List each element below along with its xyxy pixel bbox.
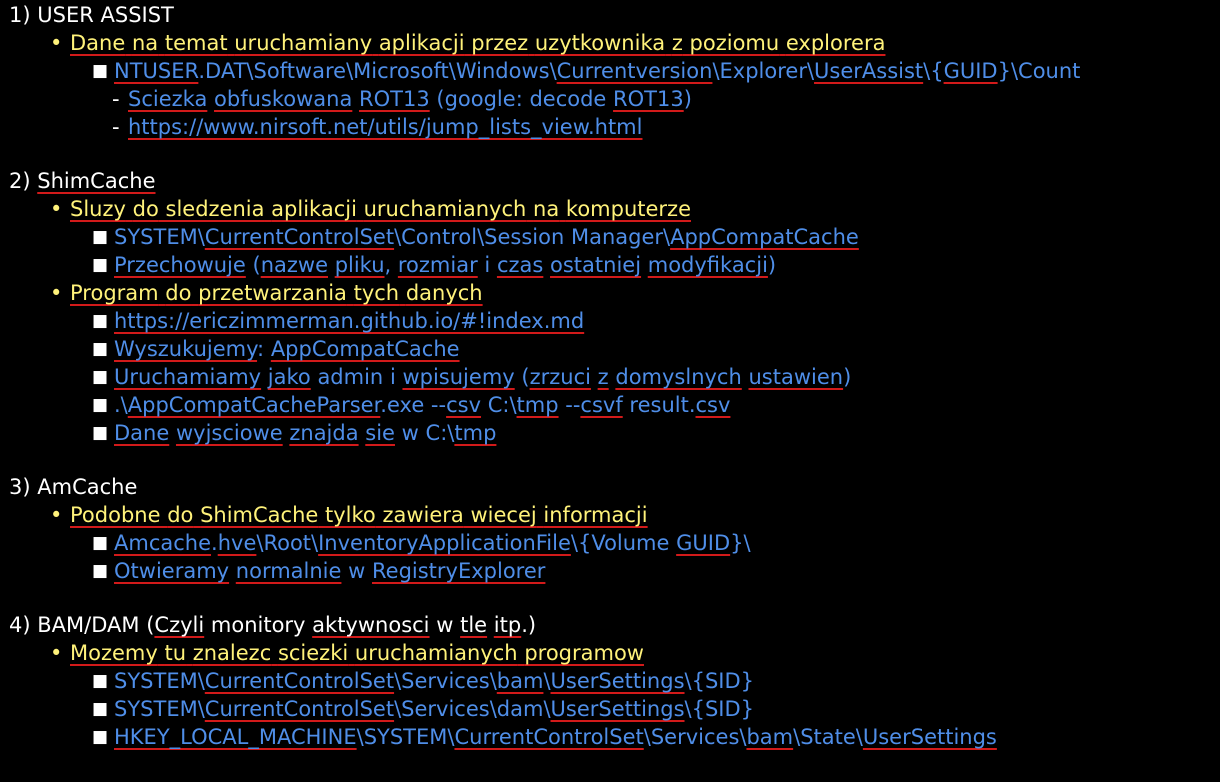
square-bullet-icon: ■ [92, 561, 109, 581]
square-bullet-icon: ■ [92, 227, 109, 247]
square-bullet-icon: ■ [92, 311, 109, 331]
level2-item-text: SYSTEM\CurrentControlSet\Services\dam\Us… [114, 697, 755, 721]
level1-item-text: Mozemy tu znalezc sciezki uruchamianych … [70, 641, 644, 665]
level2-item-text: SYSTEM\CurrentControlSet\Services\bam\Us… [114, 669, 755, 693]
level2-item-text: SYSTEM\CurrentControlSet\Control\Session… [114, 225, 859, 249]
level1-item-text: Podobne do ShimCache tylko zawiera wiece… [70, 503, 648, 527]
section-heading: 2) ShimCache [9, 169, 156, 193]
level2-item-text: Dane wyjsciowe znajda sie w C:\tmp [114, 421, 497, 445]
level2-item-text: Amcache.hve\Root\InventoryApplicationFil… [114, 531, 751, 555]
level1-item: • Mozemy tu znalezc sciezki uruchamianych… [0, 639, 1220, 667]
bullet-dot-icon: • [50, 281, 63, 305]
level1-item-text: Dane na temat uruchamiany aplikacji prze… [70, 31, 886, 55]
level2-item-text: Uruchamiamy jako admin i wpisujemy (zrzu… [114, 365, 852, 389]
level1-item: • Program do przetwarzania tych danych [0, 279, 1220, 307]
level2-item-text: Wyszukujemy: AppCompatCache [114, 337, 460, 361]
bullet-dot-icon: • [50, 31, 63, 55]
dash-marker-icon: - [112, 87, 120, 111]
level1-item-text: Program do przetwarzania tych danych [70, 281, 483, 305]
level2-item-text: NTUSER.DAT\Software\Microsoft\Windows\Cu… [114, 59, 1081, 83]
level1-item-text: Sluzy do sledzenia aplikacji uruchamiany… [70, 197, 691, 221]
square-bullet-icon: ■ [92, 727, 109, 747]
section-heading: 1) USER ASSIST [9, 3, 174, 27]
dash-note-text: Sciezka obfuskowana ROT13 (google: decod… [128, 87, 692, 111]
level2-item-text: Otwieramy normalnie w RegistryExplorer [114, 559, 546, 583]
level2-item: ■ HKEY_LOCAL_MACHINE\SYSTEM\CurrentContro… [0, 723, 1220, 751]
level2-item-link[interactable]: https://ericzimmerman.github.io/#!index.… [114, 309, 584, 333]
level2-item: ■ Amcache.hve\Root\InventoryApplicationFi… [0, 529, 1220, 557]
level2-item: ■ Dane wyjsciowe znajda sie w C:\tmp [0, 419, 1220, 447]
level2-item: ■ SYSTEM\CurrentControlSet\Services\bam\U… [0, 667, 1220, 695]
section-heading: 4) BAM/DAM (Czyli monitory aktywnosci w … [9, 613, 537, 637]
bullet-dot-icon: • [50, 641, 63, 665]
square-bullet-icon: ■ [92, 699, 109, 719]
level2-item-text: Przechowuje (nazwe pliku, rozmiar i czas… [114, 253, 777, 277]
dash-marker-icon: - [112, 115, 120, 139]
level2-item-text: HKEY_LOCAL_MACHINE\SYSTEM\CurrentControl… [114, 725, 997, 749]
bullet-dot-icon: • [50, 197, 63, 221]
level2-item: ■ https://ericzimmerman.github.io/#!index… [0, 307, 1220, 335]
square-bullet-icon: ■ [92, 423, 109, 443]
level2-item: ■ Otwieramy normalnie w RegistryExplorer [0, 557, 1220, 585]
square-bullet-icon: ■ [92, 533, 109, 553]
dash-note: - Sciezka obfuskowana ROT13 (google: deco… [0, 85, 1220, 113]
level1-item: • Podobne do ShimCache tylko zawiera wiec… [0, 501, 1220, 529]
square-bullet-icon: ■ [92, 339, 109, 359]
level2-item: ■ Wyszukujemy: AppCompatCache [0, 335, 1220, 363]
level2-item: ■ .\AppCompatCacheParser.exe --csv C:\tmp… [0, 391, 1220, 419]
notes-document: 1) USER ASSIST • Dane na temat uruchamiany… [0, 0, 1220, 751]
level2-item: ■ SYSTEM\CurrentControlSet\Services\dam\U… [0, 695, 1220, 723]
dash-note-link[interactable]: https://www.nirsoft.net/utils/jump_lists… [128, 115, 642, 139]
section-heading: 3) AmCache [9, 475, 138, 499]
square-bullet-icon: ■ [92, 255, 109, 275]
square-bullet-icon: ■ [92, 367, 109, 387]
level2-item: ■ NTUSER.DAT\Software\Microsoft\Windows\C… [0, 57, 1220, 85]
level1-item: • Dane na temat uruchamiany aplikacji prz… [0, 29, 1220, 57]
square-bullet-icon: ■ [92, 395, 109, 415]
dash-note: - https://www.nirsoft.net/utils/jump_list… [0, 113, 1220, 141]
level2-item: ■ Przechowuje (nazwe pliku, rozmiar i cza… [0, 251, 1220, 279]
square-bullet-icon: ■ [92, 671, 109, 691]
level1-item: • Sluzy do sledzenia aplikacji uruchamian… [0, 195, 1220, 223]
level2-item: ■ SYSTEM\CurrentControlSet\Control\Sessio… [0, 223, 1220, 251]
level2-item: ■ Uruchamiamy jako admin i wpisujemy (zrz… [0, 363, 1220, 391]
level2-item-text: .\AppCompatCacheParser.exe --csv C:\tmp … [114, 393, 731, 417]
square-bullet-icon: ■ [92, 61, 109, 81]
bullet-dot-icon: • [50, 503, 63, 527]
